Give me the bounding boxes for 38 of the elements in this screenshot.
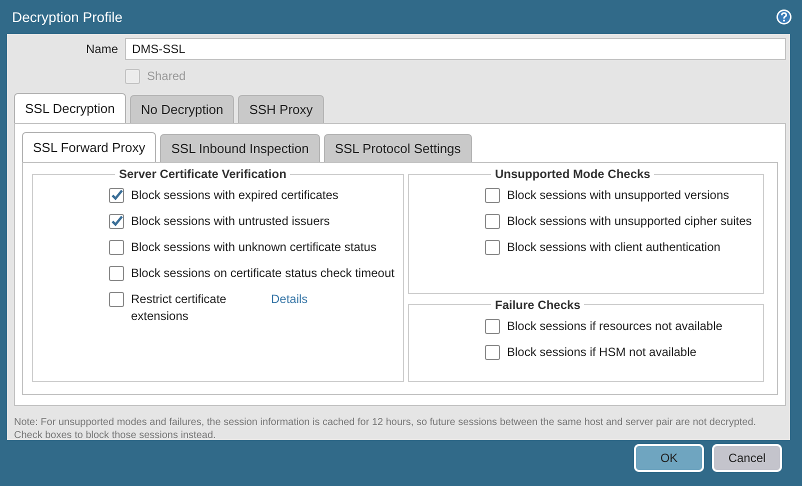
checkbox[interactable] [109,240,124,255]
checkbox[interactable] [485,188,500,203]
name-label: Name [84,42,118,56]
group-title: Failure Checks [494,298,582,312]
group-title: Server Certificate Verification [118,167,288,181]
checkbox[interactable] [485,214,500,229]
tab[interactable]: SSH Proxy [238,95,324,123]
checkbox-label: Block sessions if resources not available [507,318,722,335]
details-link[interactable]: Details [271,291,308,308]
group-title: Unsupported Mode Checks [494,167,652,181]
ok-button[interactable]: OK [634,444,704,472]
checkbox-label: Block sessions with client authentication [507,239,720,256]
checkbox[interactable] [109,214,124,229]
checkbox[interactable] [109,266,124,281]
name-field[interactable]: DMS-SSL [125,38,786,60]
checkbox[interactable] [109,292,124,307]
help-icon[interactable] [776,9,792,25]
window-title: Decryption Profile [12,9,122,25]
checkbox-label: Block sessions with unsupported versions [507,187,730,204]
note-text: Note: For unsupported modes and failures, the session information is cached for 12 hours, so future sessions between the same host and server pair are not decrypted. Check boxes to block those sessions instead. [14,416,758,442]
tab[interactable]: No Decryption [130,95,234,123]
checkbox[interactable] [109,188,124,203]
checkbox[interactable] [485,240,500,255]
tab[interactable]: SSL Inbound Inspection [160,134,320,162]
tab[interactable]: SSL Protocol Settings [324,134,472,162]
tab[interactable]: SSL Forward Proxy [22,132,156,162]
checkbox-label: Block sessions with expired certificates [131,187,338,204]
checkbox-label: Block sessions with unsupported cipher suites [507,213,752,230]
checkbox[interactable] [485,318,500,334]
checkbox[interactable] [485,344,500,360]
checkbox-label: Block sessions on certificate status check timeout [131,265,394,282]
checkbox-label: Block sessions with untrusted issuers [131,213,330,230]
cancel-button[interactable]: Cancel [712,444,782,472]
checkbox-label: Restrict certificate extensions [131,291,228,325]
checkbox-label: Block sessions with unknown certificate status [131,239,376,256]
checkbox-label: Block sessions if HSM not available [507,344,696,361]
tab[interactable]: SSL Decryption [14,93,126,123]
checkbox-label: Shared [147,68,186,85]
